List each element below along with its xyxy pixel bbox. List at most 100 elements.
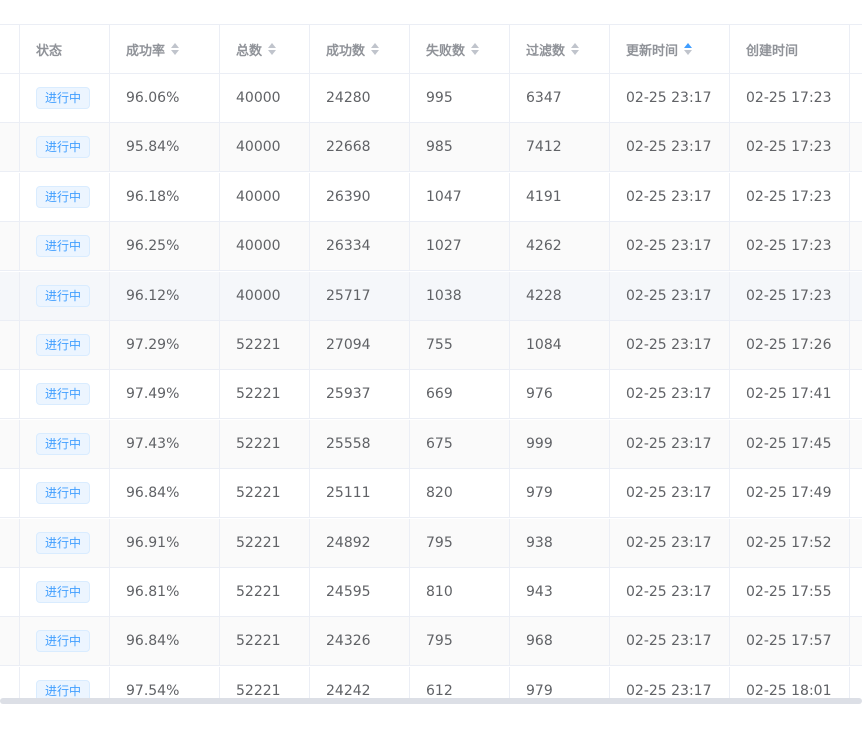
table-row[interactable]: 进行中 96.81% 52221 24595 810 943 02-25 23:17 02-2… bbox=[0, 568, 862, 617]
status-badge: 进行中 bbox=[36, 383, 91, 406]
cell-trailing bbox=[850, 123, 862, 171]
cell-updated-time: 02-25 23:17 bbox=[610, 617, 730, 666]
table-row[interactable]: 进行中 95.84% 40000 22668 985 7412 02-25 23:17 02-… bbox=[0, 123, 862, 173]
sort-icon[interactable] bbox=[371, 43, 380, 55]
header-cell-trailing bbox=[850, 25, 862, 73]
cell-status: 进行中 bbox=[20, 370, 110, 419]
cell-updated-time: 02-25 23:17 bbox=[610, 222, 730, 271]
sort-descending-icon[interactable] bbox=[268, 50, 277, 55]
cell-success-count-value: 27094 bbox=[326, 337, 371, 353]
table-row[interactable]: 进行中 96.25% 40000 26334 1027 4262 02-25 23:17 02… bbox=[0, 222, 862, 272]
table-row[interactable]: 进行中 96.91% 52221 24892 795 938 02-25 23:17 02-2… bbox=[0, 518, 862, 568]
sort-descending-icon[interactable] bbox=[371, 50, 380, 55]
sort-ascending-icon[interactable] bbox=[268, 43, 277, 48]
header-filtered-count[interactable]: 过滤数 bbox=[510, 25, 610, 73]
cell-created-time-value: 02-25 17:23 bbox=[746, 90, 832, 106]
sort-icon[interactable] bbox=[471, 43, 480, 55]
page: 状态 成功率 总数 成功数 失败数 过滤数 更新时间 创建时间 进行中 96.0… bbox=[0, 0, 862, 730]
sort-icon[interactable] bbox=[684, 43, 693, 55]
header-success-count[interactable]: 成功数 bbox=[310, 25, 410, 73]
cell-success-rate: 97.49% bbox=[110, 370, 220, 419]
cell-filtered-count: 979 bbox=[510, 666, 610, 701]
cell-filtered-count: 6347 bbox=[510, 74, 610, 122]
sort-icon[interactable] bbox=[171, 43, 180, 55]
header-updated-time[interactable]: 更新时间 bbox=[610, 25, 730, 73]
table-row[interactable]: 进行中 97.54% 52221 24242 612 979 02-25 23:17 02-2… bbox=[0, 666, 862, 701]
cell-filtered-count: 968 bbox=[510, 617, 610, 666]
cell-updated-time-value: 02-25 23:17 bbox=[626, 534, 712, 551]
sort-descending-icon[interactable] bbox=[571, 50, 580, 55]
sort-ascending-icon[interactable] bbox=[684, 43, 693, 48]
cell-total-value: 40000 bbox=[236, 238, 281, 255]
cell-leading bbox=[0, 172, 20, 221]
cell-trailing bbox=[850, 420, 862, 468]
header-fail-count[interactable]: 失败数 bbox=[410, 25, 510, 73]
header-created-time: 创建时间 bbox=[730, 25, 850, 73]
cell-leading bbox=[0, 666, 20, 701]
cell-fail-count-value: 1038 bbox=[426, 287, 462, 304]
cell-success-count: 22668 bbox=[310, 123, 410, 172]
cell-filtered-count-value: 943 bbox=[526, 584, 553, 600]
table-row[interactable]: 进行中 96.18% 40000 26390 1047 4191 02-25 23:17 02… bbox=[0, 172, 862, 222]
cell-success-count-value: 26390 bbox=[326, 188, 371, 205]
cell-filtered-count-value: 4262 bbox=[526, 238, 562, 255]
cell-status: 进行中 bbox=[20, 74, 110, 122]
table-row[interactable]: 进行中 97.49% 52221 25937 669 976 02-25 23:17 02-2… bbox=[0, 370, 862, 420]
table-row[interactable]: 进行中 97.29% 52221 27094 755 1084 02-25 23:17 02-… bbox=[0, 321, 862, 370]
cell-success-count-value: 25717 bbox=[326, 287, 371, 304]
cell-total-value: 40000 bbox=[236, 287, 281, 304]
cell-fail-count-value: 810 bbox=[426, 584, 453, 600]
status-badge: 进行中 bbox=[36, 581, 91, 603]
cell-updated-time-value: 02-25 23:17 bbox=[626, 238, 712, 255]
sort-icon[interactable] bbox=[268, 43, 277, 55]
cell-total: 52221 bbox=[220, 469, 310, 518]
sort-ascending-icon[interactable] bbox=[371, 43, 380, 48]
cell-total-value: 52221 bbox=[236, 485, 281, 502]
cell-total-value: 52221 bbox=[236, 633, 281, 650]
cell-success-count: 24242 bbox=[310, 666, 410, 701]
cell-fail-count-value: 612 bbox=[426, 682, 453, 699]
table-row[interactable]: 进行中 97.43% 52221 25558 675 999 02-25 23:17 02-2… bbox=[0, 419, 862, 469]
cell-created-time: 02-25 18:01 bbox=[730, 666, 850, 701]
sort-descending-icon[interactable] bbox=[684, 50, 693, 55]
cell-success-rate: 96.84% bbox=[110, 617, 220, 666]
cell-created-time-value: 02-25 17:26 bbox=[746, 337, 832, 353]
cell-fail-count: 612 bbox=[410, 666, 510, 701]
cell-filtered-count: 979 bbox=[510, 469, 610, 518]
cell-created-time-value: 02-25 17:45 bbox=[746, 435, 832, 452]
sort-ascending-icon[interactable] bbox=[171, 43, 180, 48]
sort-icon[interactable] bbox=[571, 43, 580, 55]
table-row[interactable]: 进行中 96.12% 40000 25717 1038 4228 02-25 23:17 02… bbox=[0, 271, 862, 321]
table-row[interactable]: 进行中 96.84% 52221 25111 820 979 02-25 23:17 02-2… bbox=[0, 469, 862, 519]
cell-trailing bbox=[850, 173, 862, 221]
cell-updated-time-value: 02-25 23:17 bbox=[626, 287, 712, 304]
horizontal-scrollbar[interactable] bbox=[0, 698, 862, 704]
cell-success-rate: 96.25% bbox=[110, 222, 220, 271]
header-success-rate[interactable]: 成功率 bbox=[110, 25, 220, 73]
cell-success-rate: 97.29% bbox=[110, 321, 220, 369]
table-row[interactable]: 进行中 96.84% 52221 24326 795 968 02-25 23:17 02-2… bbox=[0, 617, 862, 667]
cell-status: 进行中 bbox=[20, 617, 110, 666]
sort-descending-icon[interactable] bbox=[471, 50, 480, 55]
status-badge: 进行中 bbox=[36, 531, 91, 554]
cell-filtered-count: 999 bbox=[510, 419, 610, 468]
header-status-label: 状态 bbox=[36, 43, 63, 59]
sort-ascending-icon[interactable] bbox=[471, 43, 480, 48]
cell-status: 进行中 bbox=[20, 172, 110, 221]
cell-fail-count: 675 bbox=[410, 419, 510, 468]
cell-success-count: 25717 bbox=[310, 271, 410, 320]
cell-total-value: 52221 bbox=[236, 435, 281, 452]
cell-success-rate-value: 95.84% bbox=[126, 139, 180, 156]
cell-success-rate: 96.81% bbox=[110, 568, 220, 616]
cell-updated-time: 02-25 23:17 bbox=[610, 518, 730, 567]
cell-success-count-value: 26334 bbox=[326, 238, 371, 255]
cell-created-time: 02-25 17:49 bbox=[730, 469, 850, 518]
cell-fail-count: 795 bbox=[410, 617, 510, 666]
task-table: 状态 成功率 总数 成功数 失败数 过滤数 更新时间 创建时间 进行中 96.0… bbox=[0, 24, 862, 701]
cell-fail-count-value: 675 bbox=[426, 435, 453, 452]
sort-ascending-icon[interactable] bbox=[571, 43, 580, 48]
table-row[interactable]: 进行中 96.06% 40000 24280 995 6347 02-25 23:17 02-… bbox=[0, 74, 862, 123]
header-total[interactable]: 总数 bbox=[220, 25, 310, 73]
sort-descending-icon[interactable] bbox=[171, 50, 180, 55]
cell-trailing bbox=[850, 469, 862, 517]
